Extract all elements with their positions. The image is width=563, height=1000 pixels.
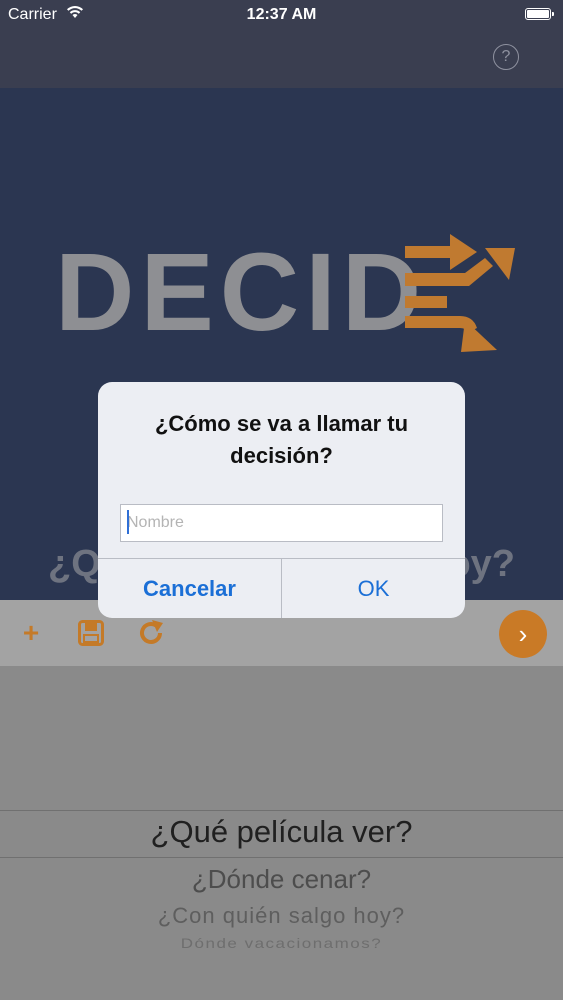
next-button[interactable]: › (499, 610, 547, 658)
picker-item-selected[interactable]: ¿Qué película ver? (0, 814, 563, 850)
text-cursor (127, 510, 129, 534)
status-bar: Carrier 12:37 AM (0, 0, 563, 30)
ok-button[interactable]: OK (282, 559, 465, 618)
picker-item[interactable]: ¿Dónde cenar? (0, 864, 563, 895)
decision-picker[interactable]: ¿Qué película ver? ¿Dónde cenar? ¿Con qu… (0, 666, 563, 1000)
decide-logo: DECID (55, 234, 515, 352)
alert-title: ¿Cómo se va a llamar tu decisión? (154, 411, 409, 468)
picker-divider-bottom (0, 857, 563, 858)
add-button[interactable]: + (16, 617, 46, 648)
nav-bar: ? (0, 30, 563, 88)
picker-item[interactable]: ¿Con quién salgo hoy? (0, 903, 563, 929)
refresh-icon (140, 620, 163, 644)
battery-icon (525, 8, 554, 20)
cancel-button[interactable]: Cancelar (98, 559, 282, 618)
help-button[interactable]: ? (493, 44, 519, 70)
decision-name-input[interactable] (120, 504, 443, 542)
name-decision-alert: ¿Cómo se va a llamar tu decisión? Cancel… (98, 382, 465, 618)
picker-divider-top (0, 810, 563, 811)
clock: 12:37 AM (246, 6, 317, 23)
picker-item[interactable]: Dónde vacacionamos? (0, 936, 563, 952)
logo-text: DECID (55, 231, 428, 354)
refresh-button[interactable] (136, 618, 166, 648)
save-icon (78, 620, 104, 646)
alert-button-bar: Cancelar OK (98, 558, 465, 618)
save-button[interactable] (76, 618, 106, 648)
arrows-logo-icon (405, 234, 515, 352)
